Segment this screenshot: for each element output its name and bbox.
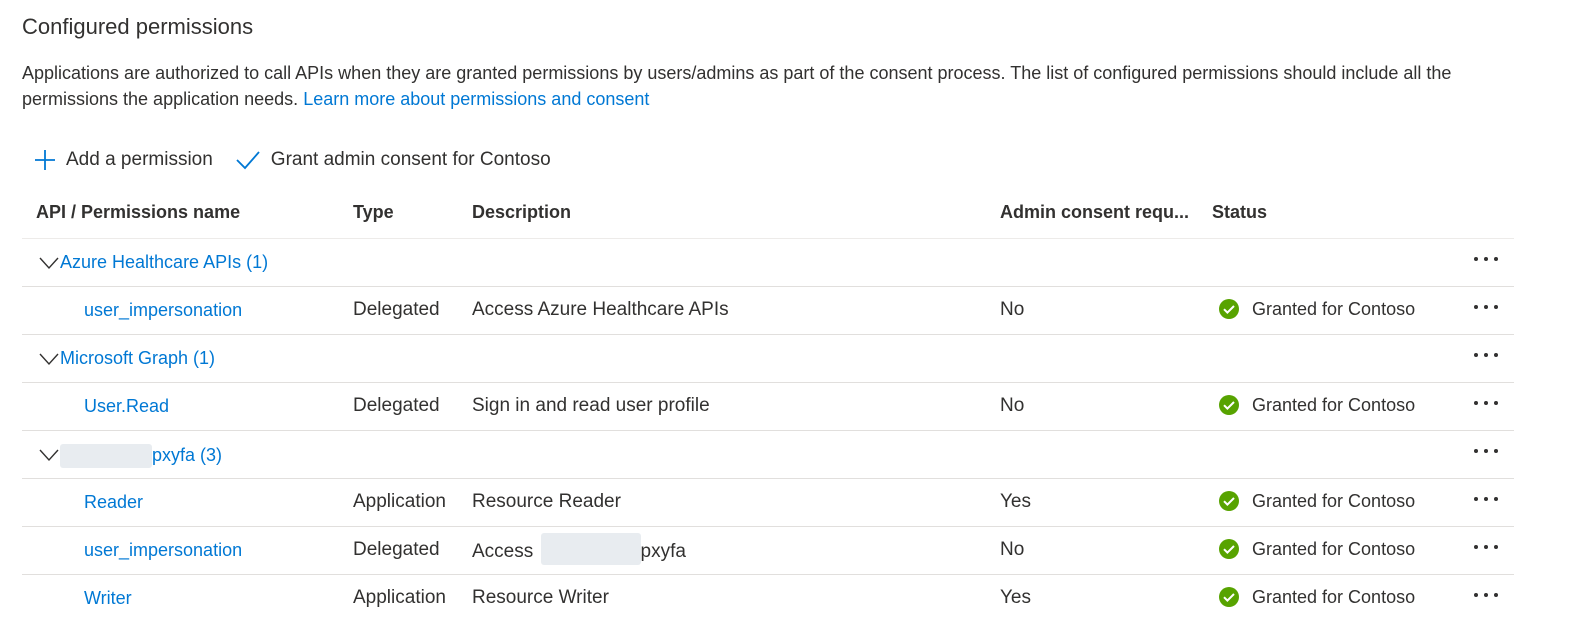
status-cell: Granted for Contoso [1218, 394, 1415, 416]
admin-consent-value: No [1000, 395, 1025, 416]
column-header-status[interactable]: Status [1212, 202, 1267, 223]
chevron-down-icon[interactable] [38, 351, 60, 367]
admin-consent-value: Yes [1000, 491, 1031, 512]
status-cell: Granted for Contoso [1218, 538, 1415, 560]
more-icon[interactable] [1472, 295, 1500, 319]
permission-row: user_impersonation Delegated Access Azur… [22, 287, 1514, 335]
check-circle-icon [1219, 539, 1239, 559]
status-text: Granted for Contoso [1252, 490, 1416, 511]
permission-type: Delegated [353, 395, 440, 416]
status-cell: Granted for Contoso [1218, 298, 1415, 320]
status-cell: Granted for Contoso [1218, 490, 1415, 512]
permission-name-link[interactable]: User.Read [84, 396, 169, 417]
permission-description: Resource Writer [472, 587, 609, 608]
page-description: Applications are authorized to call APIs… [22, 60, 1522, 112]
more-icon[interactable] [1472, 247, 1500, 271]
add-permission-label: Add a permission [66, 149, 213, 170]
admin-consent-value: No [1000, 539, 1025, 560]
status-text: Granted for Contoso [1252, 538, 1416, 559]
permission-description: Sign in and read user profile [472, 395, 710, 416]
column-header-type[interactable]: Type [353, 202, 394, 223]
permissions-grid: API / Permissions name Type Description … [22, 190, 1514, 623]
more-icon[interactable] [1472, 343, 1500, 367]
group-link-azure-healthcare[interactable]: Azure Healthcare APIs (1) [60, 252, 268, 273]
check-circle-icon [1219, 299, 1239, 319]
chevron-down-icon[interactable] [38, 447, 60, 463]
permission-type: Delegated [353, 299, 440, 320]
admin-consent-value: Yes [1000, 587, 1031, 608]
more-icon[interactable] [1472, 391, 1500, 415]
more-icon[interactable] [1472, 583, 1500, 607]
group-row: pxyfa (3) [22, 431, 1514, 479]
permission-description: Access Azure Healthcare APIs [472, 299, 729, 320]
grant-admin-consent-button[interactable]: Grant admin consent for Contoso [235, 149, 551, 171]
group-row: Microsoft Graph (1) [22, 335, 1514, 383]
column-header-name[interactable]: API / Permissions name [36, 202, 240, 223]
redacted-block [540, 533, 641, 565]
permission-name-link[interactable]: user_impersonation [84, 300, 242, 321]
admin-consent-value: No [1000, 299, 1025, 320]
column-header-admin-consent[interactable]: Admin consent requ... [1000, 202, 1189, 223]
grant-admin-consent-label: Grant admin consent for Contoso [270, 149, 551, 170]
permission-name-link[interactable]: Reader [84, 492, 143, 513]
group-link-custom-api[interactable]: pxyfa (3) [60, 444, 222, 468]
check-circle-icon [1219, 587, 1239, 607]
permission-name-link[interactable]: user_impersonation [84, 540, 242, 561]
toolbar: Add a permission Grant admin consent for… [34, 144, 573, 176]
status-text: Granted for Contoso [1252, 394, 1416, 415]
column-header-description[interactable]: Description [472, 202, 571, 223]
permission-row: Reader Application Resource Reader Yes G… [22, 479, 1514, 527]
permission-description: Access pxyfa [472, 533, 686, 565]
status-cell: Granted for Contoso [1218, 586, 1415, 608]
check-circle-icon [1219, 395, 1239, 415]
chevron-down-icon[interactable] [38, 255, 60, 271]
group-row: Azure Healthcare APIs (1) [22, 239, 1514, 287]
checkmark-icon [236, 151, 260, 170]
more-icon[interactable] [1472, 487, 1500, 511]
description-suffix: pxyfa [640, 541, 686, 563]
permission-row: Writer Application Resource Writer Yes G… [22, 575, 1514, 623]
more-icon[interactable] [1472, 535, 1500, 559]
description-text: Applications are authorized to call APIs… [22, 63, 1452, 109]
status-text: Granted for Contoso [1252, 586, 1416, 607]
page-title: Configured permissions [22, 14, 254, 39]
plus-icon [35, 150, 55, 170]
learn-more-link[interactable]: Learn more about permissions and consent [303, 89, 649, 109]
redacted-block [60, 444, 152, 468]
group-link-microsoft-graph[interactable]: Microsoft Graph (1) [60, 348, 215, 369]
permission-type: Delegated [353, 539, 440, 560]
group-label: pxyfa (3) [152, 444, 223, 465]
more-icon[interactable] [1472, 439, 1500, 463]
check-circle-icon [1219, 491, 1239, 511]
description-prefix: Access [472, 541, 534, 563]
permission-row: User.Read Delegated Sign in and read use… [22, 383, 1514, 431]
status-text: Granted for Contoso [1252, 298, 1416, 319]
permission-name-link[interactable]: Writer [84, 588, 132, 609]
grid-header: API / Permissions name Type Description … [22, 190, 1514, 239]
add-permission-button[interactable]: Add a permission [34, 149, 213, 171]
permission-row: user_impersonation Delegated Access pxyf… [22, 527, 1514, 575]
permission-description: Resource Reader [472, 491, 621, 512]
permission-type: Application [353, 587, 446, 608]
permission-type: Application [353, 491, 446, 512]
